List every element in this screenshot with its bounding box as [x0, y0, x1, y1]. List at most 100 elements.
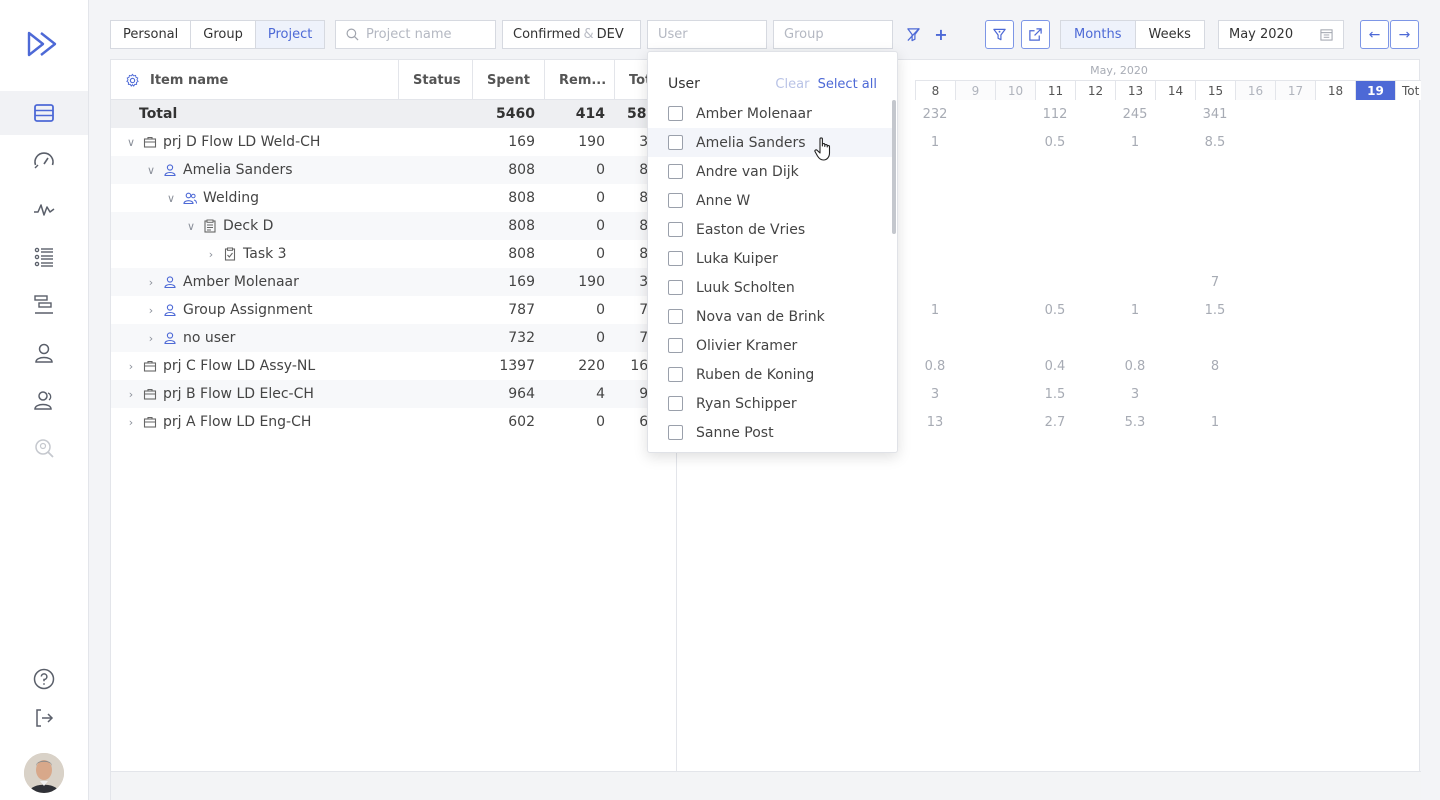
user-option[interactable]: Andre van Dijk — [648, 157, 893, 186]
date-picker[interactable]: May 2020 — [1218, 20, 1344, 49]
logout-button[interactable] — [0, 696, 88, 740]
checkbox[interactable] — [668, 309, 683, 324]
column-remaining[interactable]: Rem... — [545, 60, 615, 100]
timeline-cell[interactable]: 1 — [1195, 408, 1235, 436]
help-button[interactable] — [0, 657, 88, 701]
timeline-day[interactable]: 9 — [955, 80, 995, 100]
checkbox[interactable] — [668, 425, 683, 440]
checkbox[interactable] — [668, 164, 683, 179]
user-option[interactable]: Amelia Sanders — [648, 128, 893, 157]
timeline-day[interactable]: 11 — [1035, 80, 1075, 100]
timeline-day[interactable]: 12 — [1075, 80, 1115, 100]
timeline-day[interactable]: 17 — [1275, 80, 1315, 100]
checkbox[interactable] — [668, 106, 683, 121]
table-row[interactable]: ›no user7320732 — [111, 324, 676, 352]
table-row[interactable]: ∨Welding8080808 — [111, 184, 676, 212]
checkbox[interactable] — [668, 338, 683, 353]
user-option[interactable]: Easton de Vries — [648, 215, 893, 244]
export-button[interactable] — [1021, 20, 1050, 49]
checkbox[interactable] — [668, 396, 683, 411]
table-row[interactable]: ›Group Assignment7870787 — [111, 296, 676, 324]
table-row[interactable]: ›prj B Flow LD Elec-CH9644968 — [111, 380, 676, 408]
user-option[interactable]: Luuk Scholten — [648, 273, 893, 302]
timeline-day-today[interactable]: 19 — [1355, 80, 1395, 100]
user-option[interactable]: Olivier Kramer — [648, 331, 893, 360]
user-option[interactable]: Ryan Schipper — [648, 389, 893, 418]
column-spent[interactable]: Spent — [473, 60, 545, 100]
clear-button[interactable]: Clear — [775, 77, 809, 92]
timeline-cell[interactable]: 0.5 — [1035, 128, 1075, 156]
timeline-cell[interactable]: 0.4 — [1035, 352, 1075, 380]
sidebar-item-gantt[interactable] — [0, 283, 88, 327]
tab-weeks[interactable]: Weeks — [1136, 21, 1204, 48]
user-option[interactable]: Nova van de Brink — [648, 302, 893, 331]
checkbox[interactable] — [668, 135, 683, 150]
select-all-button[interactable]: Select all — [818, 77, 877, 92]
sidebar-item-tasks[interactable] — [0, 235, 88, 279]
timeline-cell[interactable]: 7 — [1195, 268, 1235, 296]
next-period-button[interactable]: → — [1390, 20, 1419, 49]
add-filter-button[interactable]: + — [930, 20, 952, 49]
table-row[interactable]: ∨Deck D8080808 — [111, 212, 676, 240]
tab-months[interactable]: Months — [1061, 21, 1136, 48]
total-row[interactable]: Total54604145874 — [111, 100, 676, 128]
timeline-cell[interactable]: 1.5 — [1195, 296, 1235, 324]
timeline-day[interactable]: 15 — [1195, 80, 1235, 100]
timeline-cell[interactable]: 232 — [915, 100, 955, 128]
group-filter-field[interactable] — [773, 20, 893, 49]
table-row[interactable]: ›Task 38080808 — [111, 240, 676, 268]
timeline-cell[interactable]: 8 — [1195, 352, 1235, 380]
column-status[interactable]: Status — [399, 60, 473, 100]
status-filter[interactable]: Confirmed & DEV — [502, 20, 641, 49]
user-option[interactable]: Luka Kuiper — [648, 244, 893, 273]
timeline-cell[interactable]: 1 — [915, 296, 955, 324]
table-row[interactable]: ›prj A Flow LD Eng-CH6020602 — [111, 408, 676, 436]
timeline-day[interactable]: 8 — [915, 80, 955, 100]
user-input[interactable] — [658, 27, 756, 42]
chevron-right-icon[interactable]: › — [145, 276, 157, 289]
timeline-cell[interactable]: 3 — [915, 380, 955, 408]
tab-project[interactable]: Project — [255, 21, 325, 48]
chevron-right-icon[interactable]: › — [125, 388, 137, 401]
sidebar-item-search[interactable] — [0, 427, 88, 471]
tab-personal[interactable]: Personal — [111, 21, 192, 48]
chevron-right-icon[interactable]: › — [205, 248, 217, 261]
column-item-name[interactable]: Item name — [111, 60, 399, 100]
user-option[interactable]: Anne W — [648, 186, 893, 215]
chevron-right-icon[interactable]: › — [125, 416, 137, 429]
project-search-field[interactable] — [335, 20, 496, 49]
sidebar-item-users[interactable] — [0, 379, 88, 423]
user-option[interactable]: Ruben de Koning — [648, 360, 893, 389]
dropdown-scrollbar[interactable] — [892, 100, 896, 234]
chevron-down-icon[interactable]: ∨ — [125, 136, 137, 149]
user-option[interactable]: Amber Molenaar — [648, 99, 893, 128]
user-filter-field[interactable] — [647, 20, 767, 49]
timeline-cell[interactable]: 2.7 — [1035, 408, 1075, 436]
app-logo-icon[interactable] — [26, 30, 62, 58]
timeline-cell[interactable]: 1 — [1115, 128, 1155, 156]
chevron-down-icon[interactable]: ∨ — [185, 220, 197, 233]
chevron-down-icon[interactable]: ∨ — [165, 192, 177, 205]
timeline-cell[interactable]: 8.5 — [1195, 128, 1235, 156]
timeline-day[interactable]: 18 — [1315, 80, 1355, 100]
timeline-cell[interactable]: 245 — [1115, 100, 1155, 128]
table-row[interactable]: ›Amber Molenaar169190359 — [111, 268, 676, 296]
checkbox[interactable] — [668, 367, 683, 382]
filter-options-button[interactable] — [985, 20, 1014, 49]
tab-group[interactable]: Group — [191, 21, 256, 48]
timeline-cell[interactable]: 0.5 — [1035, 296, 1075, 324]
sidebar-item-user[interactable] — [0, 331, 88, 375]
timeline-cell[interactable]: 1 — [915, 128, 955, 156]
timeline-day[interactable]: 14 — [1155, 80, 1195, 100]
chevron-right-icon[interactable]: › — [145, 332, 157, 345]
timeline-cell[interactable]: 5.3 — [1115, 408, 1155, 436]
table-row[interactable]: ∨prj D Flow LD Weld-CH169190359 — [111, 128, 676, 156]
avatar[interactable] — [24, 753, 64, 793]
project-name-input[interactable] — [366, 27, 485, 42]
settings-icon[interactable] — [125, 73, 140, 88]
timeline-day[interactable]: 16 — [1235, 80, 1275, 100]
timeline-cell[interactable]: 1.5 — [1035, 380, 1075, 408]
horizontal-scrollbar[interactable] — [111, 771, 1421, 800]
timeline-cell[interactable]: 112 — [1035, 100, 1075, 128]
sidebar-item-activity[interactable] — [0, 187, 88, 231]
